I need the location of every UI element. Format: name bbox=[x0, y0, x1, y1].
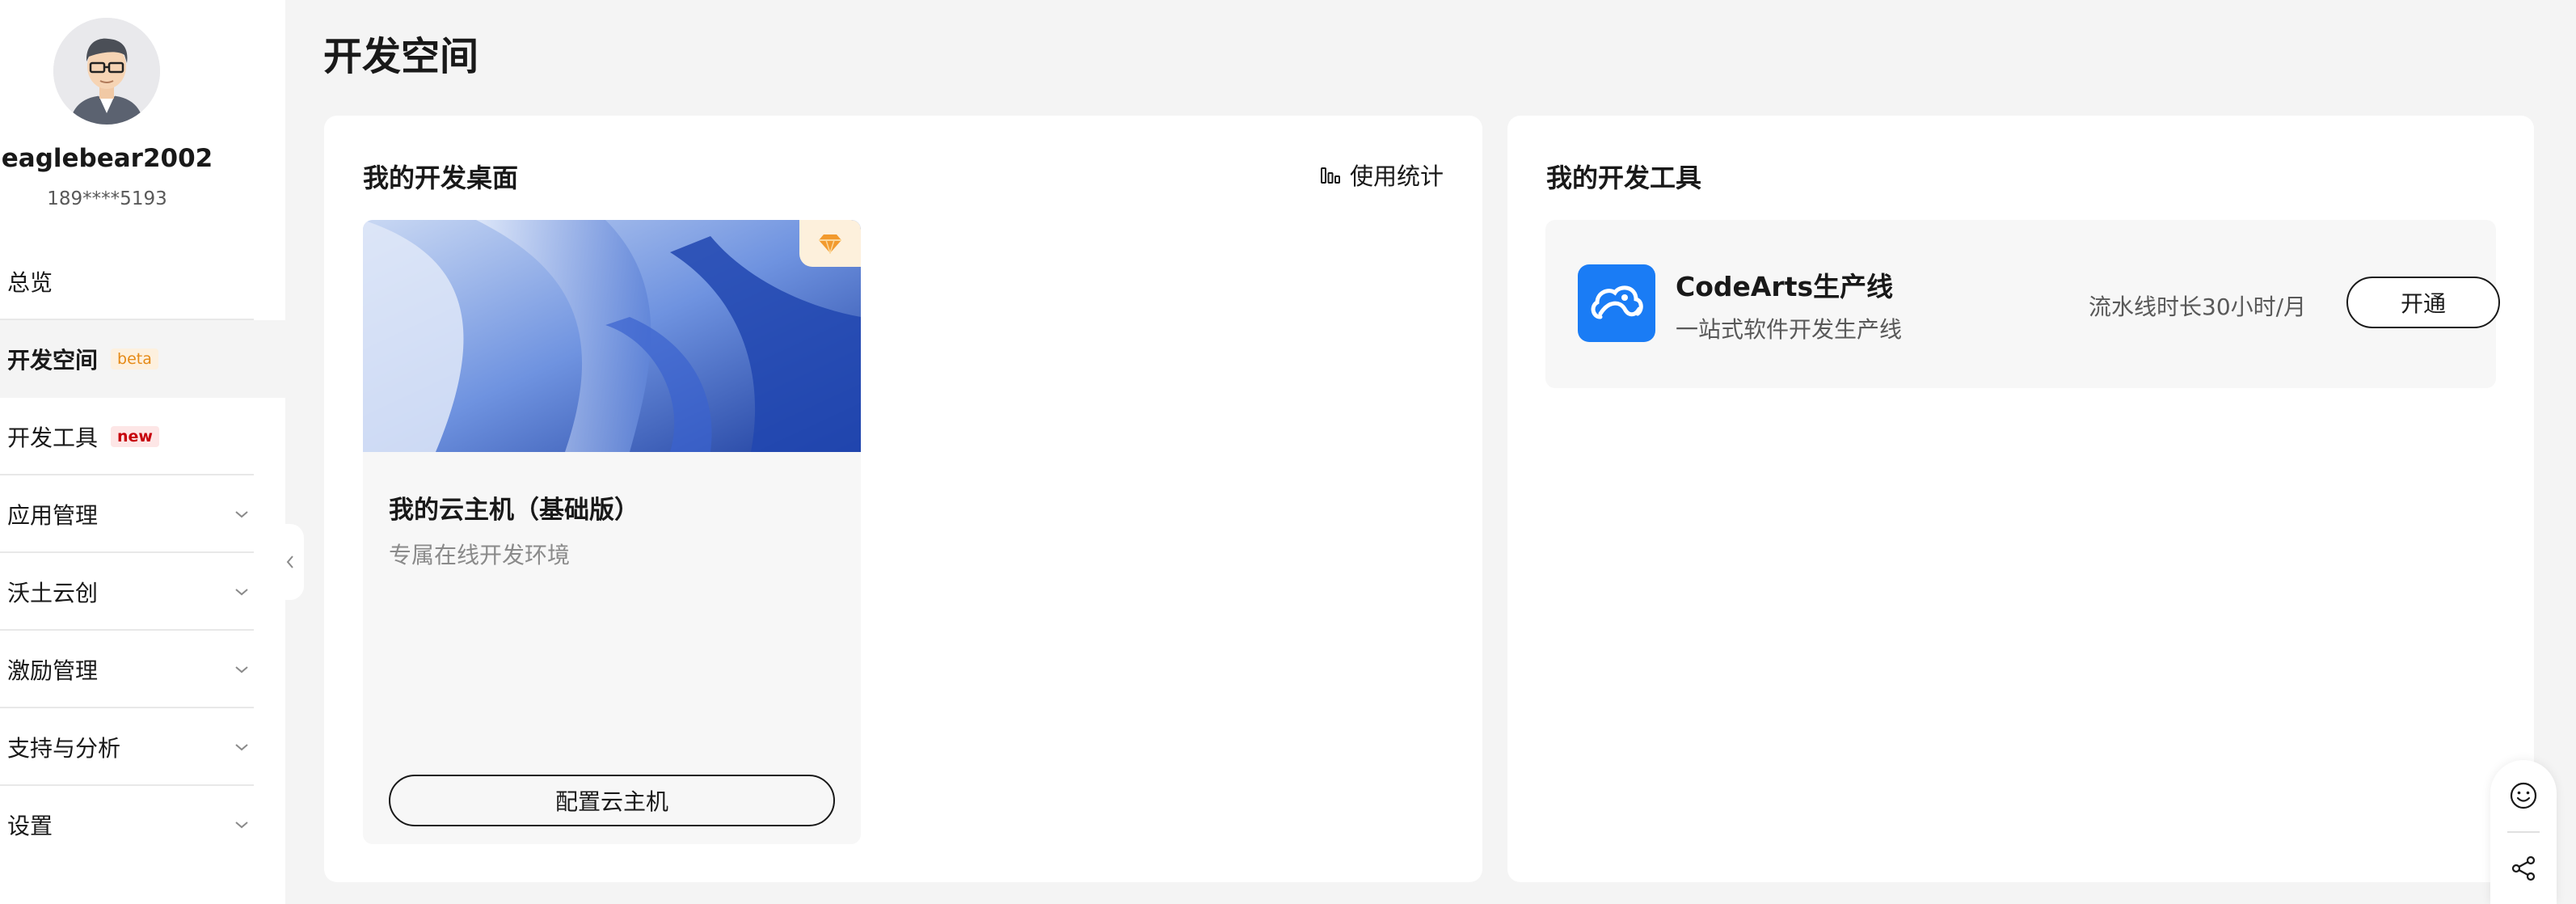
sidebar-item-label: 沃土云创 bbox=[7, 580, 99, 606]
bar-chart-icon bbox=[1320, 167, 1340, 184]
cloud-host-title: 我的云主机（基础版） bbox=[389, 496, 639, 525]
sidebar-item-settings[interactable]: 设置 bbox=[0, 786, 285, 864]
chevron-down-icon bbox=[235, 744, 248, 751]
feedback-button[interactable] bbox=[2490, 763, 2557, 828]
user-avatar-icon bbox=[53, 18, 160, 125]
tool-description: 一站式软件开发生产线 bbox=[1676, 316, 1903, 343]
divider bbox=[2507, 831, 2540, 833]
sidebar-collapse-button[interactable] bbox=[276, 524, 304, 600]
dev-desktop-panel: 我的开发桌面 使用统计 我的云主机（基础版） 专属在线开发环境 配置云主机 bbox=[324, 116, 1482, 882]
sidebar-item-app-management[interactable]: 应用管理 bbox=[0, 475, 285, 553]
avatar[interactable] bbox=[53, 18, 160, 125]
sidebar-item-label: 开发空间 bbox=[7, 347, 99, 374]
sidebar-item-wotu-cloud[interactable]: 沃土云创 bbox=[0, 553, 285, 631]
chevron-left-icon bbox=[286, 555, 293, 568]
cloud-host-banner-image bbox=[363, 220, 861, 452]
smiley-icon bbox=[2510, 782, 2537, 809]
sidebar-item-label: 总览 bbox=[7, 269, 53, 296]
sidebar-item-dev-space[interactable]: 开发空间 beta bbox=[0, 320, 285, 398]
chevron-down-icon bbox=[235, 511, 248, 518]
usage-stats-label: 使用统计 bbox=[1349, 163, 1444, 190]
sidebar-nav: 总览 开发空间 beta 开发工具 new 应用管理 沃土云创 激励管理 支持与… bbox=[0, 243, 285, 864]
sidebar-item-label: 应用管理 bbox=[7, 502, 99, 529]
tool-row-codearts: CodeArts生产线 一站式软件开发生产线 流水线时长30小时/月 开通 bbox=[1545, 220, 2500, 388]
sidebar: eaglebear2002 189****5193 总览 开发空间 beta 开… bbox=[0, 0, 285, 904]
chevron-down-icon bbox=[235, 666, 248, 674]
tool-name: CodeArts生产线 bbox=[1676, 271, 1894, 302]
sidebar-item-incentives[interactable]: 激励管理 bbox=[0, 631, 285, 708]
panel-title: 我的开发工具 bbox=[1546, 163, 1702, 193]
dev-tools-panel: 我的开发工具 CodeArts生产线 一站式软件开发生产线 流水线时长30小时/… bbox=[1507, 116, 2534, 882]
usage-stats-link[interactable]: 使用统计 bbox=[1319, 158, 1444, 192]
sidebar-item-label: 激励管理 bbox=[7, 657, 99, 684]
chevron-down-icon bbox=[235, 589, 248, 596]
floating-toolbar bbox=[2490, 760, 2557, 904]
sidebar-item-support-analytics[interactable]: 支持与分析 bbox=[0, 708, 285, 786]
cloud-host-subtitle: 专属在线开发环境 bbox=[389, 542, 571, 568]
new-badge: new bbox=[111, 426, 159, 447]
chevron-down-icon bbox=[235, 822, 248, 829]
share-icon bbox=[2511, 855, 2536, 881]
sidebar-item-label: 设置 bbox=[7, 813, 53, 839]
cloud-icon bbox=[1578, 264, 1655, 342]
panel-title: 我的开发桌面 bbox=[363, 163, 519, 193]
tool-quota: 流水线时长30小时/月 bbox=[2089, 294, 2307, 320]
cloud-host-card[interactable]: 我的云主机（基础版） 专属在线开发环境 配置云主机 bbox=[363, 220, 861, 844]
configure-cloud-host-button[interactable]: 配置云主机 bbox=[389, 775, 835, 826]
share-button[interactable] bbox=[2490, 836, 2557, 901]
sidebar-item-dev-tools[interactable]: 开发工具 new bbox=[0, 398, 285, 475]
gem-icon bbox=[819, 234, 841, 254]
sidebar-item-label: 支持与分析 bbox=[7, 735, 121, 762]
sidebar-item-overview[interactable]: 总览 bbox=[0, 243, 285, 320]
sidebar-item-label: 开发工具 bbox=[7, 425, 99, 451]
phone-number: 189****5193 bbox=[47, 188, 167, 209]
premium-tag bbox=[799, 220, 861, 267]
username: eaglebear2002 bbox=[1, 144, 213, 173]
page-title: 开发空间 bbox=[323, 34, 479, 79]
activate-button[interactable]: 开通 bbox=[2346, 277, 2500, 328]
beta-badge: beta bbox=[111, 349, 158, 370]
